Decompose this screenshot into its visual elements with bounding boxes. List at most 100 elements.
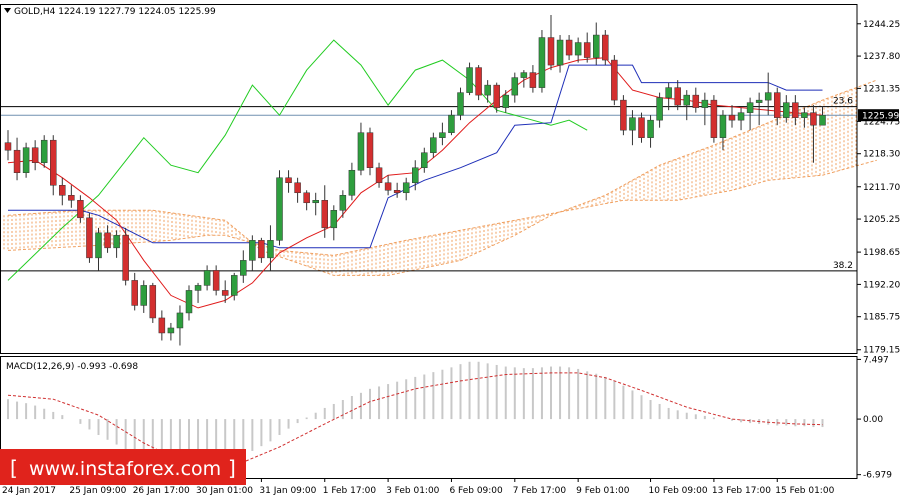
macd-header: MACD(12,26,9) -0.993 -0.698 bbox=[6, 362, 138, 372]
candle-bear bbox=[529, 72, 537, 88]
candle-bear bbox=[620, 99, 627, 131]
candle-bear bbox=[303, 192, 310, 204]
candle-bull bbox=[240, 260, 247, 276]
candle-bull bbox=[647, 119, 654, 138]
candle-bear bbox=[638, 117, 645, 138]
price-tick-label: 1211.70 bbox=[863, 183, 900, 193]
candle-bear bbox=[728, 114, 736, 121]
candle-bull bbox=[339, 195, 347, 211]
candle-bull bbox=[231, 275, 238, 296]
candle-bull bbox=[249, 240, 256, 261]
candle-bear bbox=[221, 290, 229, 296]
candle-bull bbox=[466, 67, 473, 93]
candle-bull bbox=[656, 97, 663, 121]
candle-bull bbox=[140, 285, 147, 306]
candle-bull bbox=[402, 182, 410, 194]
candle-bull bbox=[185, 290, 193, 314]
price-tick-label: 1244.25 bbox=[863, 20, 900, 30]
candle-bear bbox=[68, 195, 75, 201]
macd-tick-label: 7.497 bbox=[863, 355, 889, 365]
candle-bear bbox=[31, 147, 39, 163]
candle-bull bbox=[819, 114, 826, 126]
candle-bear bbox=[774, 92, 781, 118]
time-tick-label: 31 Jan 09:00 bbox=[259, 486, 316, 496]
candle-bull bbox=[502, 94, 509, 108]
time-tick-label: 25 Jan 09:00 bbox=[69, 486, 126, 496]
candle-bull bbox=[783, 102, 790, 118]
candle-bull bbox=[176, 312, 184, 329]
candle-bull bbox=[629, 117, 636, 131]
candle-bear bbox=[674, 87, 681, 106]
price-tick-label: 1231.35 bbox=[863, 84, 900, 94]
candle-bull bbox=[40, 139, 48, 163]
candle-bear bbox=[131, 280, 138, 306]
time-tick-label: 1 Feb 17:00 bbox=[323, 486, 377, 496]
candle-bull bbox=[448, 114, 455, 133]
time-tick-label: 9 Feb 01:00 bbox=[576, 486, 630, 496]
macd-tick-label: 0.00 bbox=[863, 415, 883, 425]
candle-bear bbox=[710, 99, 718, 138]
candle-bull bbox=[701, 99, 709, 108]
price-tick-label: 1218.30 bbox=[863, 150, 900, 160]
candle-bull bbox=[801, 112, 808, 118]
candle-bull bbox=[737, 112, 745, 121]
candle-bull bbox=[719, 114, 727, 138]
candle-bull bbox=[665, 87, 672, 98]
candle-bear bbox=[375, 167, 383, 184]
candle-bull bbox=[593, 34, 600, 58]
candle-bull bbox=[556, 39, 564, 66]
candle-bear bbox=[77, 200, 84, 219]
current-price-label: 1225.99 bbox=[862, 112, 899, 122]
candle-bull bbox=[95, 232, 102, 259]
candle-bull bbox=[267, 240, 274, 259]
price-tick-label: 1192.20 bbox=[863, 280, 900, 290]
candle-bear bbox=[321, 200, 328, 229]
candle-bull bbox=[439, 132, 446, 138]
candle-bull bbox=[276, 177, 283, 241]
time-tick-label: 24 Jan 2017 bbox=[2, 486, 56, 496]
price-tick-label: 1205.25 bbox=[863, 215, 900, 225]
candle-bull bbox=[511, 77, 519, 96]
candle-bull bbox=[194, 285, 202, 291]
candle-bear bbox=[104, 232, 111, 249]
time-tick-label: 7 Feb 17:00 bbox=[513, 486, 567, 496]
candle-bull bbox=[755, 99, 763, 103]
time-tick-label: 26 Jan 17:00 bbox=[133, 486, 190, 496]
candle-bull bbox=[203, 270, 211, 286]
candle-bear bbox=[212, 270, 220, 291]
candle-bear bbox=[393, 190, 401, 194]
candle-bull bbox=[348, 169, 356, 196]
candle-bear bbox=[493, 84, 500, 108]
candle-bear bbox=[611, 59, 618, 101]
macd-tick-label: -6.979 bbox=[863, 471, 892, 481]
price-tick-label: 1179.15 bbox=[863, 346, 900, 356]
candle-bull bbox=[746, 102, 754, 113]
time-tick-label: 15 Feb 01:00 bbox=[775, 486, 834, 496]
candle-bull bbox=[330, 210, 338, 229]
candle-bear bbox=[4, 142, 12, 151]
candle-bear bbox=[13, 149, 21, 173]
candle-bear bbox=[59, 185, 66, 196]
chart-root: 23.638.2 1244.251237.801231.351224.75121… bbox=[0, 0, 900, 500]
watermark-bracket-left: [ bbox=[10, 456, 18, 480]
candle-bear bbox=[285, 177, 292, 184]
candle-bear bbox=[692, 94, 700, 108]
candle-bear bbox=[86, 217, 93, 259]
candle-bull bbox=[764, 92, 772, 101]
fib-level-label: 23.6 bbox=[833, 97, 853, 107]
watermark-bracket-right: ] bbox=[228, 456, 236, 480]
time-tick-label: 6 Feb 09:00 bbox=[449, 486, 503, 496]
candle-bull bbox=[167, 327, 175, 334]
candle-bull bbox=[113, 235, 120, 249]
price-tick-label: 1185.75 bbox=[863, 313, 900, 323]
price-tick-label: 1237.80 bbox=[863, 52, 900, 62]
time-tick-label: 10 Feb 09:00 bbox=[649, 486, 708, 496]
candle-bull bbox=[538, 37, 546, 88]
time-tick-label: 30 Jan 01:00 bbox=[196, 486, 253, 496]
candle-bear bbox=[792, 102, 799, 118]
candle-bull bbox=[683, 94, 690, 106]
watermark: [ www.instaforex.com ] bbox=[0, 449, 246, 485]
candle-bear bbox=[149, 285, 157, 319]
candle-bull bbox=[357, 132, 365, 171]
candle-bull bbox=[312, 200, 319, 204]
